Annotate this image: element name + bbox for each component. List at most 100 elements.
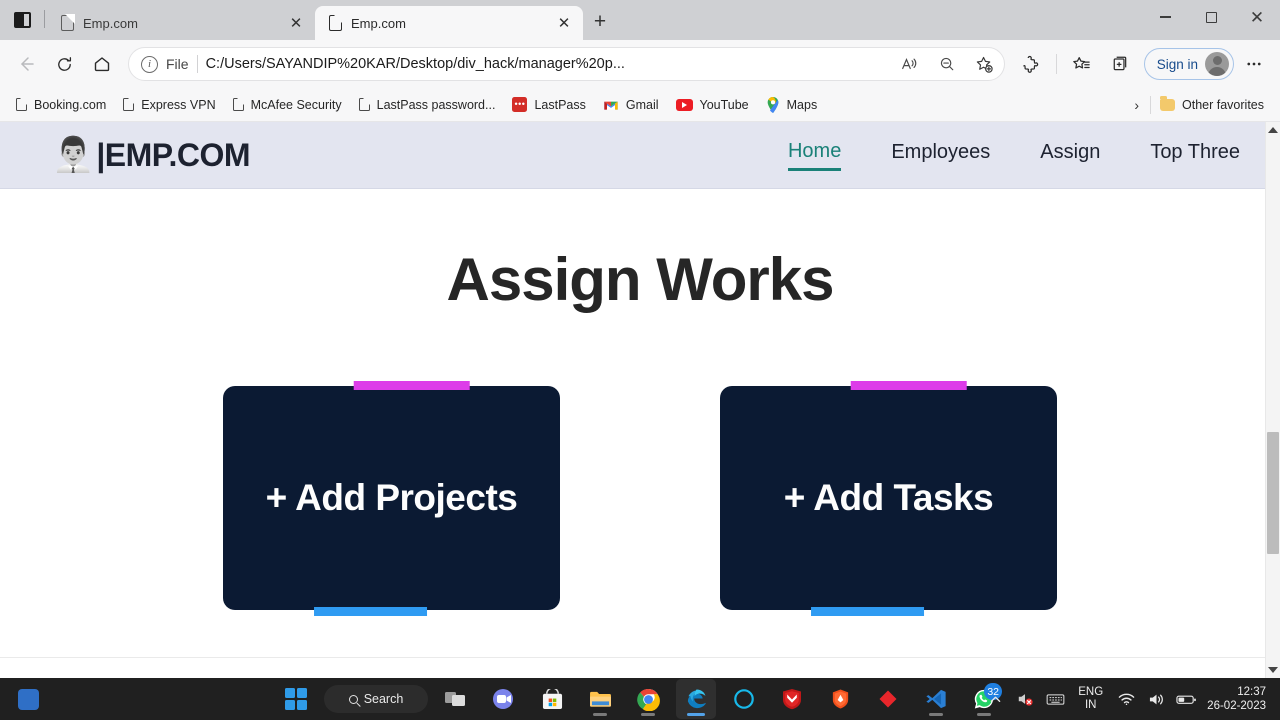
nav-item-employees[interactable]: Employees	[891, 141, 990, 169]
tab-actions-button[interactable]	[0, 0, 44, 40]
nav-item-home[interactable]: Home	[787, 140, 842, 171]
widgets-button[interactable]	[8, 679, 48, 719]
bookmark-gmail[interactable]: Gmail	[595, 94, 667, 116]
browser-tab-1[interactable]: Emp.com ✕	[47, 6, 315, 40]
language-line-1: ENG	[1078, 686, 1104, 698]
file-explorer-icon	[589, 691, 611, 707]
favorites-button[interactable]	[1064, 46, 1100, 82]
brave-button[interactable]	[820, 679, 860, 719]
start-button[interactable]	[276, 679, 316, 719]
add-projects-label: + Add Projects	[265, 477, 518, 518]
maximize-button[interactable]	[1188, 0, 1234, 34]
vscode-button[interactable]	[916, 679, 956, 719]
red-diamond-button[interactable]	[868, 679, 908, 719]
keyboard-button[interactable]	[1042, 684, 1068, 714]
read-aloud-icon[interactable]	[894, 50, 924, 78]
tray-overflow-button[interactable]	[982, 684, 1008, 714]
site-info-icon[interactable]: i	[141, 55, 158, 73]
home-button[interactable]	[84, 46, 120, 82]
other-favorites-button[interactable]: Other favorites	[1152, 94, 1272, 116]
bookmark-lastpass[interactable]: ••• LastPass	[504, 93, 593, 116]
teams-chat-button[interactable]	[484, 679, 524, 719]
chrome-button[interactable]	[628, 679, 668, 719]
close-tab-icon[interactable]: ✕	[553, 12, 575, 34]
zoom-out-icon[interactable]	[932, 50, 962, 78]
site-logo[interactable]: 👨‍💼 |EMP.COM	[52, 137, 251, 174]
taskbar-search[interactable]: Search	[324, 685, 428, 713]
wifi-icon	[1118, 693, 1134, 706]
page-icon	[358, 97, 371, 112]
battery-icon	[1176, 695, 1196, 704]
bookmark-lastpass-password[interactable]: LastPass password...	[351, 94, 504, 116]
bookmark-youtube[interactable]: YouTube	[668, 94, 757, 116]
refresh-button[interactable]	[46, 46, 82, 82]
browser-tab-2[interactable]: Emp.com ✕	[315, 6, 583, 40]
cards-container: + Add Projects + Add Tasks	[0, 381, 1280, 616]
brave-icon	[832, 689, 848, 709]
settings-more-button[interactable]	[1236, 46, 1272, 82]
bookmarks-divider	[1150, 95, 1152, 114]
mic-muted-button[interactable]	[1012, 684, 1038, 714]
bookmarks-overflow-button[interactable]: ›	[1124, 97, 1149, 113]
page-icon	[123, 97, 135, 112]
scroll-up-button[interactable]	[1266, 122, 1280, 138]
bookmark-label: LastPass	[534, 97, 586, 112]
close-tab-icon[interactable]: ✕	[285, 12, 307, 34]
back-button[interactable]	[8, 46, 44, 82]
window-controls: ✕	[1142, 0, 1280, 40]
sign-in-button[interactable]: Sign in	[1143, 48, 1234, 80]
nav-item-top-three[interactable]: Top Three	[1150, 141, 1240, 169]
other-favorites-label: Other favorites	[1182, 97, 1264, 112]
sign-in-label: Sign in	[1156, 56, 1198, 72]
card-accent-bottom	[313, 607, 427, 616]
windows-logo-icon	[285, 688, 307, 710]
cortana-icon	[734, 689, 754, 709]
task-view-icon	[445, 692, 465, 706]
wifi-button[interactable]	[1113, 684, 1139, 714]
bookmark-label: Gmail	[625, 97, 659, 112]
bookmark-mcafee-security[interactable]: McAfee Security	[225, 94, 350, 116]
add-tasks-card[interactable]: + Add Tasks	[720, 381, 1057, 616]
bookmark-label: Booking.com	[34, 97, 107, 112]
microsoft-store-button[interactable]	[532, 679, 572, 719]
volume-button[interactable]	[1143, 684, 1169, 714]
scroll-down-button[interactable]	[1266, 662, 1280, 678]
bookmark-label: YouTube	[699, 97, 749, 112]
bookmark-express-vpn[interactable]: Express VPN	[115, 94, 223, 116]
close-window-button[interactable]: ✕	[1234, 0, 1280, 34]
add-projects-card[interactable]: + Add Projects	[223, 381, 560, 616]
toolbar-divider	[1055, 54, 1057, 74]
language-indicator[interactable]: ENG IN	[1072, 686, 1109, 712]
cortana-button[interactable]	[724, 679, 764, 719]
mcafee-button[interactable]	[772, 679, 812, 719]
task-view-button[interactable]	[436, 679, 476, 719]
clock[interactable]: 12:37 26-02-2023	[1203, 685, 1274, 713]
url-text[interactable]: C:/Users/SAYANDIP%20KAR/Desktop/div_hack…	[206, 56, 886, 72]
file-explorer-button[interactable]	[580, 679, 620, 719]
windows-taskbar: Search 32 ENG IN 12:37 26-02-2023	[0, 678, 1280, 720]
page-icon	[232, 97, 244, 112]
tab-search-icon	[13, 12, 31, 28]
scrollbar-thumb[interactable]	[1267, 432, 1279, 554]
extensions-button[interactable]	[1013, 46, 1049, 82]
widgets-icon	[17, 688, 39, 710]
page-divider	[0, 657, 1265, 658]
add-favorite-icon[interactable]	[970, 50, 1000, 78]
omnibox-divider	[196, 55, 198, 73]
collections-button[interactable]	[1102, 46, 1138, 82]
battery-button[interactable]	[1173, 684, 1199, 714]
new-tab-button[interactable]: +	[583, 5, 617, 39]
edge-button[interactable]	[676, 679, 716, 719]
chevron-up-icon	[990, 696, 1001, 702]
address-bar[interactable]: i File C:/Users/SAYANDIP%20KAR/Desktop/d…	[128, 47, 1005, 81]
search-label: Search	[363, 692, 404, 706]
site-nav: Home Employees Assign Top Three	[787, 140, 1240, 171]
bookmark-booking[interactable]: Booking.com	[8, 94, 114, 116]
edge-icon	[687, 688, 706, 708]
page-icon	[61, 14, 75, 31]
nav-item-assign[interactable]: Assign	[1040, 141, 1100, 169]
minimize-button[interactable]	[1142, 0, 1188, 34]
page-icon	[16, 97, 28, 112]
page-scrollbar[interactable]	[1265, 122, 1280, 678]
bookmark-maps[interactable]: Maps	[758, 93, 826, 117]
